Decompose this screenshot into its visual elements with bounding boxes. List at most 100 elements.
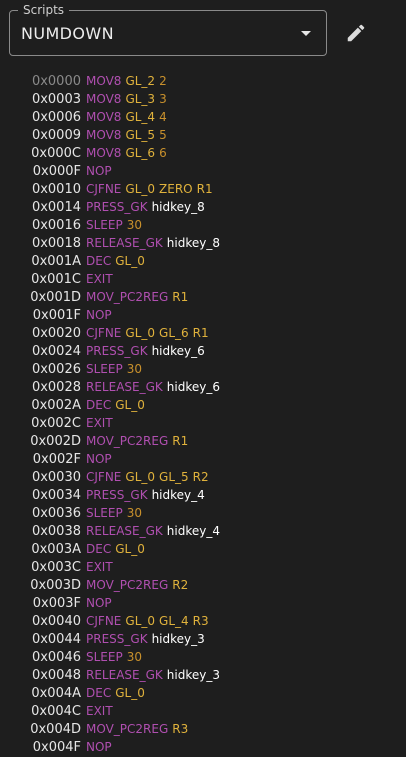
code-line[interactable]: 0x000F NOP bbox=[0, 162, 406, 180]
code-line[interactable]: 0x0030 CJFNE GL_0 GL_5 R2 bbox=[0, 468, 406, 486]
line-address: 0x002F bbox=[32, 452, 81, 467]
line-opcode: CJFNE bbox=[86, 326, 122, 340]
code-line[interactable]: 0x001F NOP bbox=[0, 306, 406, 324]
line-address: 0x0036 bbox=[31, 506, 81, 521]
code-line[interactable]: 0x0040 CJFNE GL_0 GL_4 R3 bbox=[0, 612, 406, 630]
code-line[interactable]: 0x001C EXIT bbox=[0, 270, 406, 288]
code-line[interactable]: 0x0028 RELEASE_GK hidkey_6 bbox=[0, 378, 406, 396]
line-operand: hidkey_6 bbox=[166, 380, 220, 394]
scripts-select-label: Scripts bbox=[18, 2, 70, 18]
line-address: 0x0000 bbox=[31, 74, 81, 89]
code-line[interactable]: 0x001D MOV_PC2REG R1 bbox=[0, 288, 406, 306]
line-address: 0x001D bbox=[30, 290, 81, 305]
code-line[interactable]: 0x001A DEC GL_0 bbox=[0, 252, 406, 270]
line-operand: 30 bbox=[126, 218, 142, 232]
line-opcode: RELEASE_GK bbox=[86, 380, 163, 394]
line-address: 0x0026 bbox=[31, 362, 81, 377]
code-line[interactable]: 0x0034 PRESS_GK hidkey_4 bbox=[0, 486, 406, 504]
line-address: 0x000F bbox=[32, 164, 81, 179]
code-line[interactable]: 0x002D MOV_PC2REG R1 bbox=[0, 432, 406, 450]
line-operand: R1 bbox=[172, 290, 189, 304]
line-operand: GL_0 bbox=[125, 470, 156, 484]
arrow-drop-down-icon[interactable] bbox=[301, 31, 311, 36]
line-address: 0x0048 bbox=[31, 668, 81, 683]
code-line[interactable]: 0x0046 SLEEP 30 bbox=[0, 648, 406, 666]
line-address: 0x0028 bbox=[31, 380, 81, 395]
code-line[interactable]: 0x0000 MOV8 GL_2 2 bbox=[0, 72, 406, 90]
code-line[interactable]: 0x0036 SLEEP 30 bbox=[0, 504, 406, 522]
code-line[interactable]: 0x004D MOV_PC2REG R3 bbox=[0, 720, 406, 738]
line-address: 0x0030 bbox=[31, 470, 81, 485]
line-operand: ZERO bbox=[159, 182, 193, 196]
code-line[interactable]: 0x003A DEC GL_0 bbox=[0, 540, 406, 558]
code-line[interactable]: 0x0048 RELEASE_GK hidkey_3 bbox=[0, 666, 406, 684]
line-opcode: DEC bbox=[86, 254, 112, 268]
line-operand: 30 bbox=[126, 362, 142, 376]
line-address: 0x0046 bbox=[31, 650, 81, 665]
line-operand: GL_6 bbox=[159, 326, 189, 340]
code-line[interactable]: 0x002C EXIT bbox=[0, 414, 406, 432]
code-line[interactable]: 0x0020 CJFNE GL_0 GL_6 R1 bbox=[0, 324, 406, 342]
line-address: 0x0044 bbox=[31, 632, 81, 647]
pencil-icon bbox=[347, 24, 365, 42]
code-line[interactable]: 0x0038 RELEASE_GK hidkey_4 bbox=[0, 522, 406, 540]
code-line[interactable]: 0x0044 PRESS_GK hidkey_3 bbox=[0, 630, 406, 648]
line-opcode: MOV8 bbox=[86, 110, 122, 124]
line-opcode: MOV_PC2REG bbox=[86, 578, 169, 592]
line-opcode: RELEASE_GK bbox=[86, 668, 163, 682]
line-address: 0x001F bbox=[32, 308, 81, 323]
code-line[interactable]: 0x003D MOV_PC2REG R2 bbox=[0, 576, 406, 594]
edit-button[interactable] bbox=[341, 18, 371, 48]
code-line[interactable]: 0x000C MOV8 GL_6 6 bbox=[0, 144, 406, 162]
line-opcode: EXIT bbox=[86, 560, 113, 574]
line-address: 0x004C bbox=[31, 704, 81, 719]
line-opcode: SLEEP bbox=[86, 650, 123, 664]
code-line[interactable]: 0x004A DEC GL_0 bbox=[0, 684, 406, 702]
scripts-select[interactable]: Scripts NUMDOWN bbox=[9, 2, 327, 56]
line-operand: hidkey_6 bbox=[151, 344, 205, 358]
line-address: 0x0038 bbox=[31, 524, 81, 539]
code-line[interactable]: 0x004C EXIT bbox=[0, 702, 406, 720]
line-opcode: CJFNE bbox=[86, 614, 122, 628]
line-opcode: MOV_PC2REG bbox=[86, 290, 169, 304]
line-address: 0x001A bbox=[31, 254, 81, 269]
code-line[interactable]: 0x0003 MOV8 GL_3 3 bbox=[0, 90, 406, 108]
code-line[interactable]: 0x0006 MOV8 GL_4 4 bbox=[0, 108, 406, 126]
code-line[interactable]: 0x003F NOP bbox=[0, 594, 406, 612]
line-opcode: EXIT bbox=[86, 416, 113, 430]
line-operand: GL_0 bbox=[125, 614, 156, 628]
code-line[interactable]: 0x0026 SLEEP 30 bbox=[0, 360, 406, 378]
code-line[interactable]: 0x0018 RELEASE_GK hidkey_8 bbox=[0, 234, 406, 252]
code-line[interactable]: 0x0009 MOV8 GL_5 5 bbox=[0, 126, 406, 144]
line-address: 0x0040 bbox=[31, 614, 81, 629]
line-operand: 5 bbox=[159, 128, 167, 142]
line-operand: hidkey_4 bbox=[151, 488, 205, 502]
line-opcode: PRESS_GK bbox=[86, 344, 148, 358]
line-operand: R3 bbox=[172, 722, 189, 736]
line-operand: hidkey_8 bbox=[151, 200, 205, 214]
line-operand: R3 bbox=[192, 614, 209, 628]
line-opcode: MOV_PC2REG bbox=[86, 722, 169, 736]
code-line[interactable]: 0x002A DEC GL_0 bbox=[0, 396, 406, 414]
code-line[interactable]: 0x0014 PRESS_GK hidkey_8 bbox=[0, 198, 406, 216]
line-operand: R2 bbox=[192, 470, 209, 484]
code-line[interactable]: 0x0024 PRESS_GK hidkey_6 bbox=[0, 342, 406, 360]
line-operand: GL_0 bbox=[115, 686, 145, 700]
line-address: 0x003D bbox=[30, 578, 81, 593]
line-address: 0x002A bbox=[31, 398, 81, 413]
line-opcode: DEC bbox=[86, 542, 112, 556]
line-opcode: CJFNE bbox=[86, 470, 122, 484]
line-address: 0x004F bbox=[32, 740, 81, 755]
code-line[interactable]: 0x004F NOP bbox=[0, 738, 406, 756]
code-line[interactable]: 0x002F NOP bbox=[0, 450, 406, 468]
line-opcode: RELEASE_GK bbox=[86, 524, 163, 538]
line-operand: GL_0 bbox=[115, 254, 145, 268]
code-line[interactable]: 0x0010 CJFNE GL_0 ZERO R1 bbox=[0, 180, 406, 198]
code-line[interactable]: 0x003C EXIT bbox=[0, 558, 406, 576]
line-operand: GL_4 bbox=[125, 110, 156, 124]
line-operand: 4 bbox=[159, 110, 167, 124]
line-opcode: SLEEP bbox=[86, 218, 123, 232]
code-line[interactable]: 0x0016 SLEEP 30 bbox=[0, 216, 406, 234]
line-address: 0x0020 bbox=[31, 326, 81, 341]
line-operand: 6 bbox=[159, 146, 167, 160]
